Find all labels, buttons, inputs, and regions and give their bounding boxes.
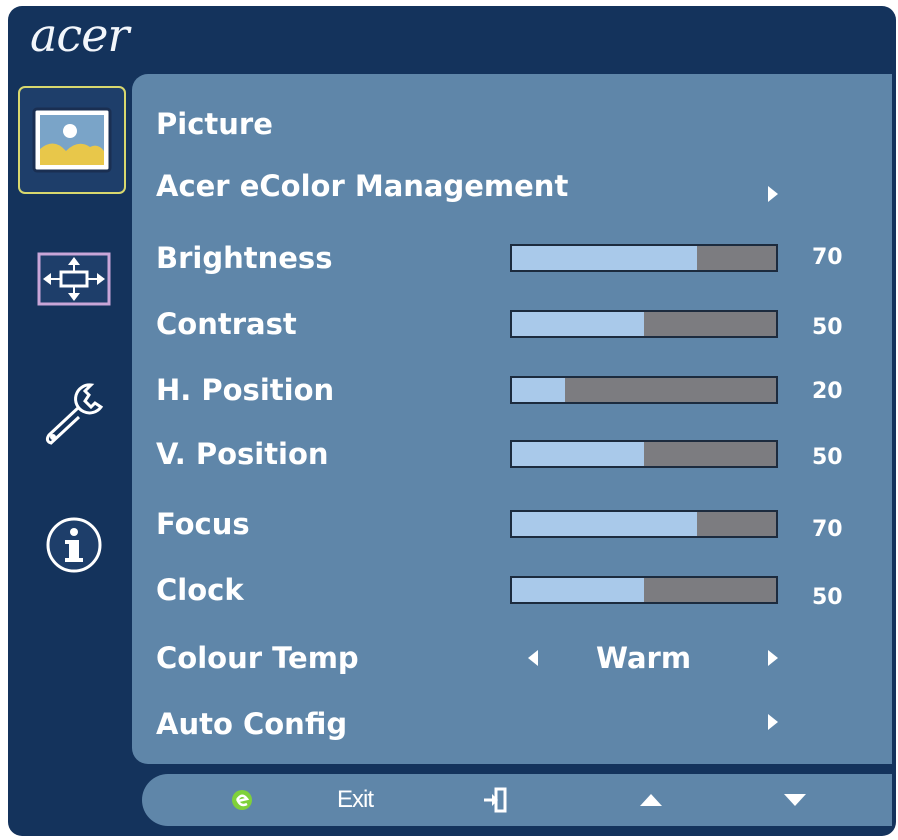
settings-icon: [45, 383, 104, 445]
sidebar-item-picture[interactable]: [18, 86, 126, 194]
chevron-right-icon[interactable]: [768, 650, 778, 666]
page-title: Picture: [156, 107, 273, 141]
up-arrow-icon: [640, 794, 662, 806]
menu-item-focus[interactable]: Focus 70: [156, 502, 876, 546]
slider-label: V. Position: [156, 437, 329, 471]
chevron-left-icon[interactable]: [528, 650, 538, 666]
up-button[interactable]: [626, 774, 676, 826]
info-icon: [46, 517, 102, 573]
menu-item-brightness[interactable]: Brightness 70: [156, 236, 876, 280]
slider-label: Focus: [156, 507, 250, 541]
eco-icon: [232, 790, 252, 810]
slider-fill: [512, 578, 644, 602]
slider-value: 50: [812, 445, 843, 470]
ecolor-label: Acer eColor Management: [156, 169, 569, 203]
slider-label: Brightness: [156, 241, 333, 275]
eco-button[interactable]: [212, 774, 272, 826]
slider-fill: [512, 512, 697, 536]
down-arrow-icon: [784, 794, 806, 806]
menu-item-ecolor[interactable]: Acer eColor Management: [156, 164, 876, 208]
slider-value: 50: [812, 585, 843, 610]
slider-track[interactable]: [510, 310, 778, 338]
slider-value: 20: [812, 379, 843, 404]
bottom-control-bar: Exit: [142, 774, 892, 826]
slider-track[interactable]: [510, 244, 778, 272]
slider-track[interactable]: [510, 510, 778, 538]
slider-fill: [512, 378, 565, 402]
menu-item-h-position[interactable]: H. Position 20: [156, 368, 876, 412]
slider-label: H. Position: [156, 373, 335, 407]
colour-temp-label: Colour Temp: [156, 641, 359, 675]
sidebar-item-position[interactable]: [18, 228, 130, 330]
exit-button[interactable]: Exit: [310, 774, 400, 826]
chevron-right-icon: [768, 714, 778, 730]
slider-fill: [512, 246, 697, 270]
menu-item-clock[interactable]: Clock 50: [156, 568, 876, 612]
menu-item-colour-temp[interactable]: Colour Temp Warm: [156, 636, 876, 680]
sidebar-item-settings[interactable]: [18, 361, 130, 463]
menu-title-row: Picture: [156, 102, 876, 146]
sidebar-item-info[interactable]: [18, 494, 130, 596]
colour-temp-value: Warm: [596, 641, 692, 675]
menu-item-v-position[interactable]: V. Position 50: [156, 432, 876, 476]
enter-icon: [484, 787, 507, 813]
position-icon: [37, 252, 111, 306]
slider-track[interactable]: [510, 576, 778, 604]
enter-button[interactable]: [470, 774, 520, 826]
slider-label: Contrast: [156, 307, 297, 341]
slider-track[interactable]: [510, 440, 778, 468]
picture-icon: [32, 107, 112, 173]
slider-track[interactable]: [510, 376, 778, 404]
auto-config-label: Auto Config: [156, 707, 348, 741]
menu-item-contrast[interactable]: Contrast 50: [156, 302, 876, 346]
menu-item-auto-config[interactable]: Auto Config: [156, 702, 876, 746]
slider-fill: [512, 312, 644, 336]
exit-label: Exit: [336, 786, 374, 813]
chevron-right-icon: [768, 186, 778, 202]
acer-logo: acer: [30, 8, 129, 62]
slider-label: Clock: [156, 573, 244, 607]
down-button[interactable]: [770, 774, 820, 826]
slider-value: 70: [812, 245, 843, 270]
slider-value: 70: [812, 517, 843, 542]
slider-fill: [512, 442, 644, 466]
slider-value: 50: [812, 315, 843, 340]
